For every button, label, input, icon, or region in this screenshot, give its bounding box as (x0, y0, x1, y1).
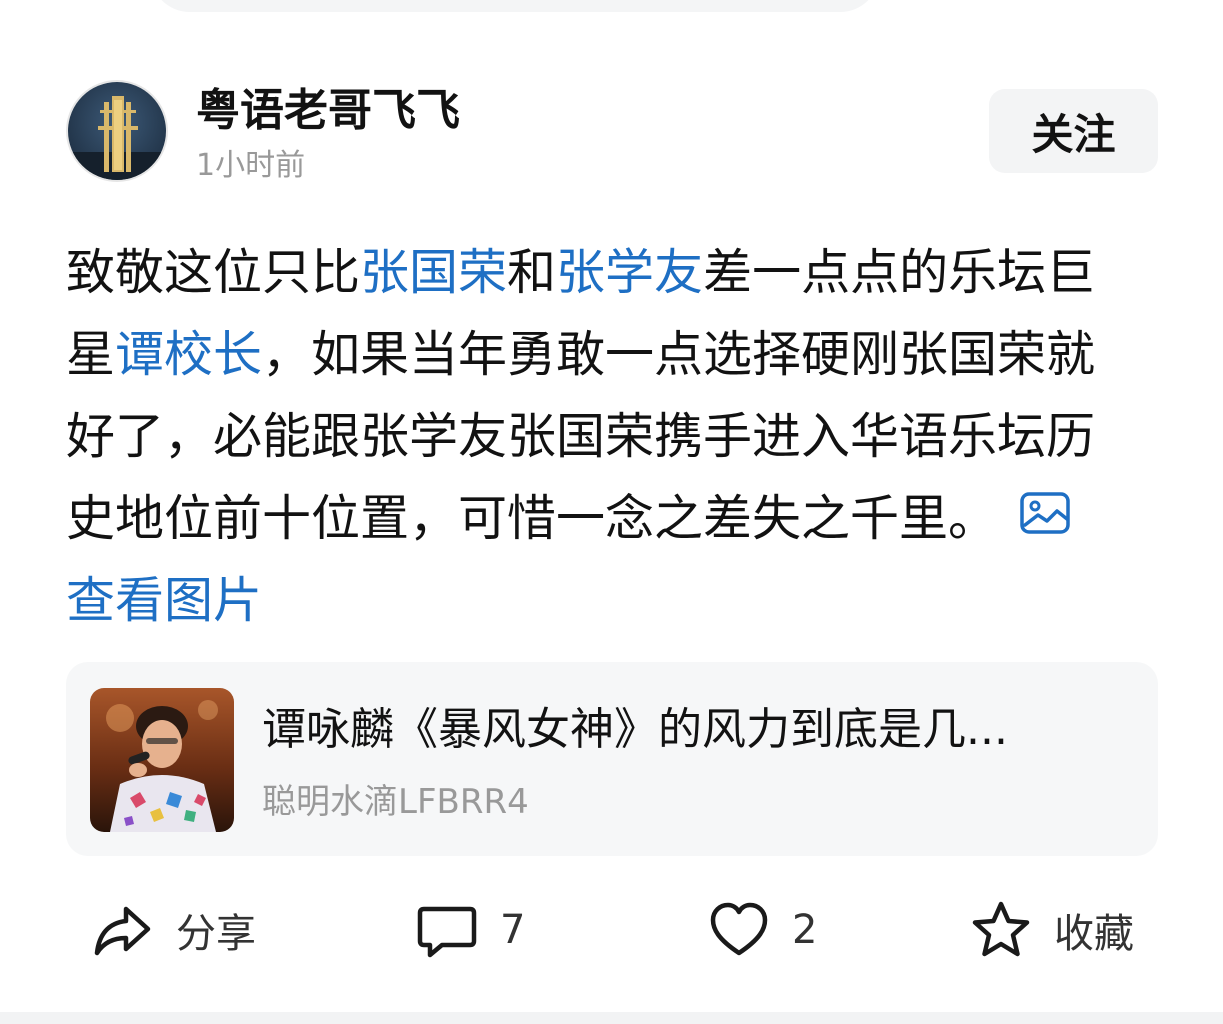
avatar-image (68, 82, 166, 180)
post-text-segment: ，如果当年勇敢一点选择硬刚张国荣就 (262, 326, 1096, 383)
post-text-segment: 史地位前十位置，可惜一念之差失之千里。 (66, 490, 998, 547)
share-label: 分享 (176, 911, 256, 957)
share-button[interactable]: 分享 (92, 890, 256, 970)
view-images-link[interactable]: 查看图片 (66, 560, 1166, 642)
share-icon (92, 899, 154, 961)
post-text-line: 好了，必能跟张学友张国荣携手进入华语乐坛历 (66, 408, 1096, 465)
post-time: 1小时前 (196, 148, 306, 183)
section-divider (0, 1012, 1223, 1024)
avatar[interactable] (66, 80, 168, 182)
author-name[interactable]: 粤语老哥飞飞 (196, 84, 460, 138)
action-bar: 分享 7 2 收藏 (0, 890, 1223, 970)
star-icon (970, 899, 1032, 961)
post-page: 粤语老哥飞飞 1小时前 关注 致敬这位只比张国荣和张学友差一点点的乐坛巨 星谭校… (0, 0, 1223, 1024)
top-search-bar-edge (150, 0, 880, 12)
heart-icon (708, 899, 770, 961)
comment-count: 7 (500, 907, 526, 953)
article-author: 聪明水滴LFBRR4 (262, 782, 529, 822)
comment-icon (416, 899, 478, 961)
post-text-line: 史地位前十位置，可惜一念之差失之千里。 (66, 478, 1166, 560)
referenced-article-card[interactable]: 谭咏麟《暴风女神》的风力到底是几... 聪明水滴LFBRR4 (66, 662, 1158, 856)
post-text: 致敬这位只比张国荣和张学友差一点点的乐坛巨 星谭校长，如果当年勇敢一点选择硬刚张… (66, 232, 1166, 642)
like-button[interactable]: 2 (708, 890, 817, 970)
article-thumbnail (90, 688, 234, 832)
image-icon[interactable] (1019, 478, 1071, 560)
topic-link-zhang-guorong[interactable]: 张国荣 (360, 244, 507, 301)
follow-button[interactable]: 关注 (989, 89, 1158, 173)
post-text-segment: 差一点点的乐坛巨 (703, 244, 1096, 301)
post-text-segment: 和 (507, 244, 557, 301)
topic-link-zhang-xueyou[interactable]: 张学友 (556, 244, 703, 301)
comment-button[interactable]: 7 (416, 890, 525, 970)
like-count: 2 (792, 907, 818, 953)
favorite-label: 收藏 (1054, 911, 1134, 957)
topic-link-tan-xiaozhang[interactable]: 谭校长 (115, 326, 262, 383)
post-text-line: 致敬这位只比张国荣和张学友差一点点的乐坛巨 (66, 232, 1166, 314)
post-text-line: 星谭校长，如果当年勇敢一点选择硬刚张国荣就 (66, 314, 1166, 396)
favorite-button[interactable]: 收藏 (970, 890, 1134, 970)
post-text-segment: 致敬这位只比 (66, 244, 361, 301)
article-title: 谭咏麟《暴风女神》的风力到底是几... (262, 704, 1008, 755)
post-text-segment: 星 (66, 326, 116, 383)
